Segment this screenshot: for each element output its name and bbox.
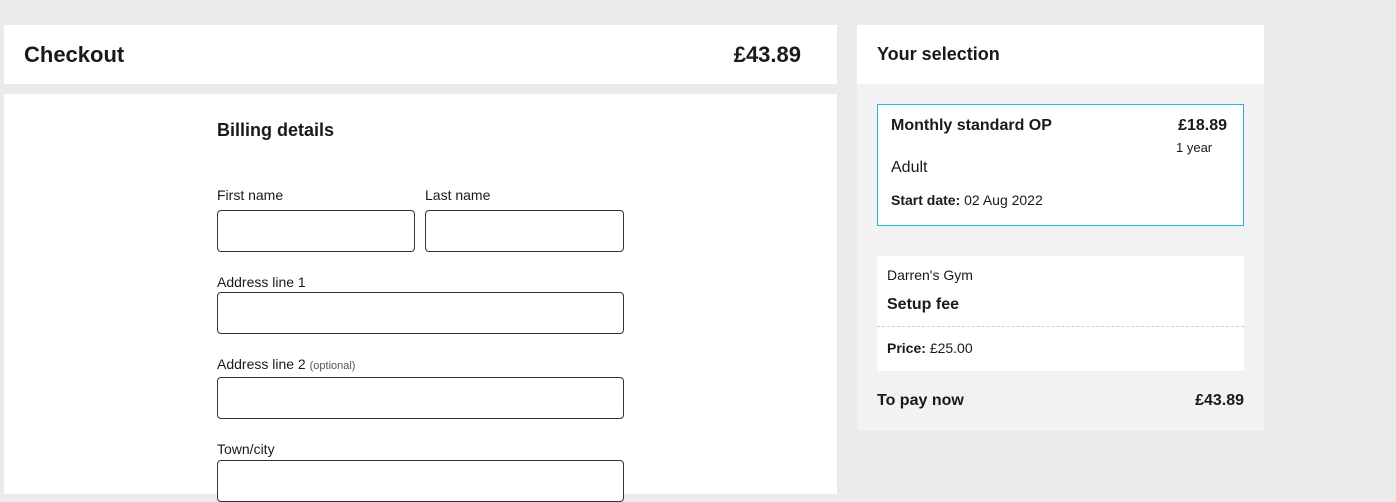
fee-card: Darren's Gym Setup fee Price: £25.00 [877, 256, 1244, 371]
gym-name: Darren's Gym [887, 267, 973, 283]
fee-name: Setup fee [887, 296, 960, 313]
summary-header: Your selection [857, 25, 1264, 84]
checkout-total: £43.89 [733, 42, 801, 67]
page-title: Checkout [24, 42, 125, 67]
fee-price-label: Price: [887, 340, 926, 356]
fee-divider [877, 326, 1244, 327]
last-name-label: Last name [425, 187, 491, 203]
address-line-1-field[interactable] [217, 292, 624, 334]
town-city-label: Town/city [217, 441, 275, 457]
fee-price: Price: £25.00 [887, 340, 973, 356]
last-name-field[interactable] [425, 210, 624, 252]
to-pay-label: To pay now [877, 392, 964, 409]
plan-term: 1 year [1176, 140, 1213, 155]
order-summary: Monthly standard OP £18.89 1 year Adult … [857, 84, 1264, 431]
plan-name: Monthly standard OP [891, 117, 1052, 134]
address-line-2-label: Address line 2 (optional) [217, 356, 355, 372]
to-pay-amount: £43.89 [1195, 392, 1244, 409]
checkout-header: Checkout £43.89 [4, 25, 837, 84]
town-city-field[interactable] [217, 460, 624, 502]
first-name-label: First name [217, 187, 284, 203]
first-name-field[interactable] [217, 210, 415, 252]
start-date-label: Start date: [891, 192, 961, 208]
optional-hint: (optional) [309, 360, 356, 372]
address-line-2-label-text: Address line 2 [217, 356, 306, 372]
billing-form: Billing details First name Last name Add… [4, 94, 837, 502]
plan-start-date: Start date: 02 Aug 2022 [891, 192, 1043, 208]
start-date-value: 02 Aug 2022 [964, 192, 1043, 208]
fee-price-value: £25.00 [929, 340, 973, 356]
address-line-2-field[interactable] [217, 377, 624, 419]
billing-details-title: Billing details [217, 120, 335, 140]
plan-card: Monthly standard OP £18.89 1 year Adult … [877, 104, 1244, 226]
summary-title: Your selection [877, 44, 1000, 64]
address-line-1-label: Address line 1 [217, 274, 306, 290]
plan-type: Adult [891, 159, 928, 176]
plan-price: £18.89 [1178, 117, 1227, 134]
